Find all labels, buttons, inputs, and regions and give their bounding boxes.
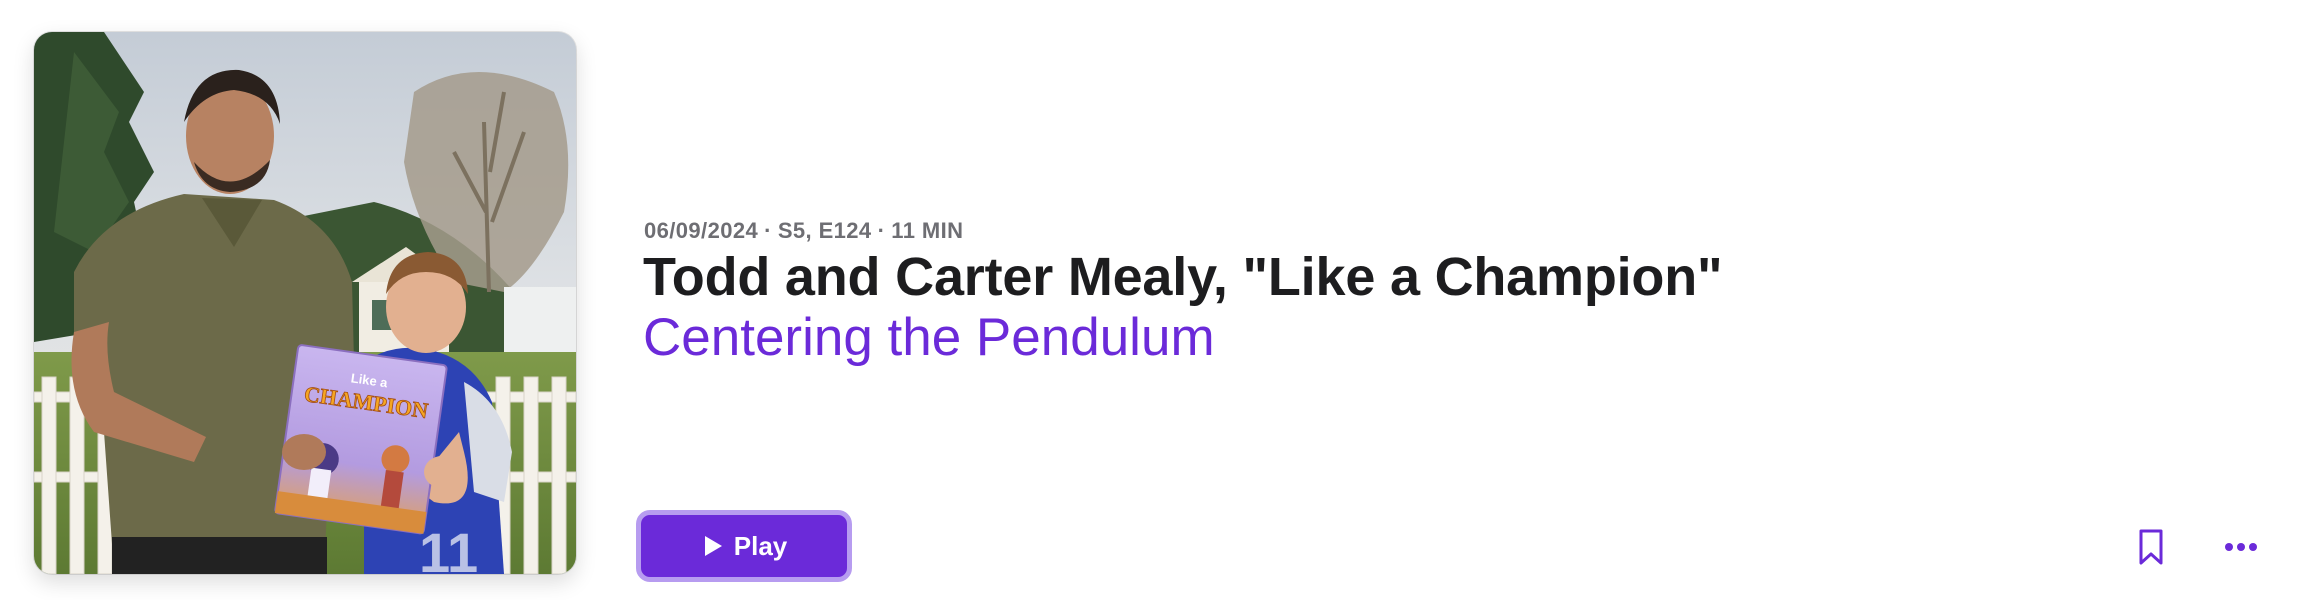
season-episode: S5, E124 [777, 218, 872, 243]
play-triangle-icon [704, 536, 722, 556]
play-button[interactable]: Play [636, 510, 852, 582]
bookmark-icon [2139, 529, 2163, 565]
meta-separator: · [764, 218, 772, 243]
show-name-link[interactable]: Centering the Pendulum [643, 306, 1215, 370]
bookmark-button[interactable] [2124, 520, 2178, 574]
ellipsis-icon [2225, 543, 2257, 551]
episode-title: Todd and Carter Mealy, "Like a Champion" [643, 247, 1723, 307]
meta-separator: · [877, 218, 886, 243]
play-button-label: Play [733, 530, 788, 561]
episode-date: 06/09/2024 [644, 218, 759, 243]
episode-duration: 11 MIN [891, 218, 964, 243]
episode-card: 06 11 Like a CHAMPION 06/09/ [0, 0, 2300, 600]
episode-artwork[interactable]: 06 11 Like a CHAMPION [34, 32, 576, 574]
svg-text:11: 11 [419, 521, 478, 574]
artwork-photo: 06 11 Like a CHAMPION [34, 32, 576, 574]
more-options-button[interactable] [2214, 520, 2268, 574]
episode-meta: 06/09/2024 · S5, E124 · 11 MIN [644, 218, 963, 244]
